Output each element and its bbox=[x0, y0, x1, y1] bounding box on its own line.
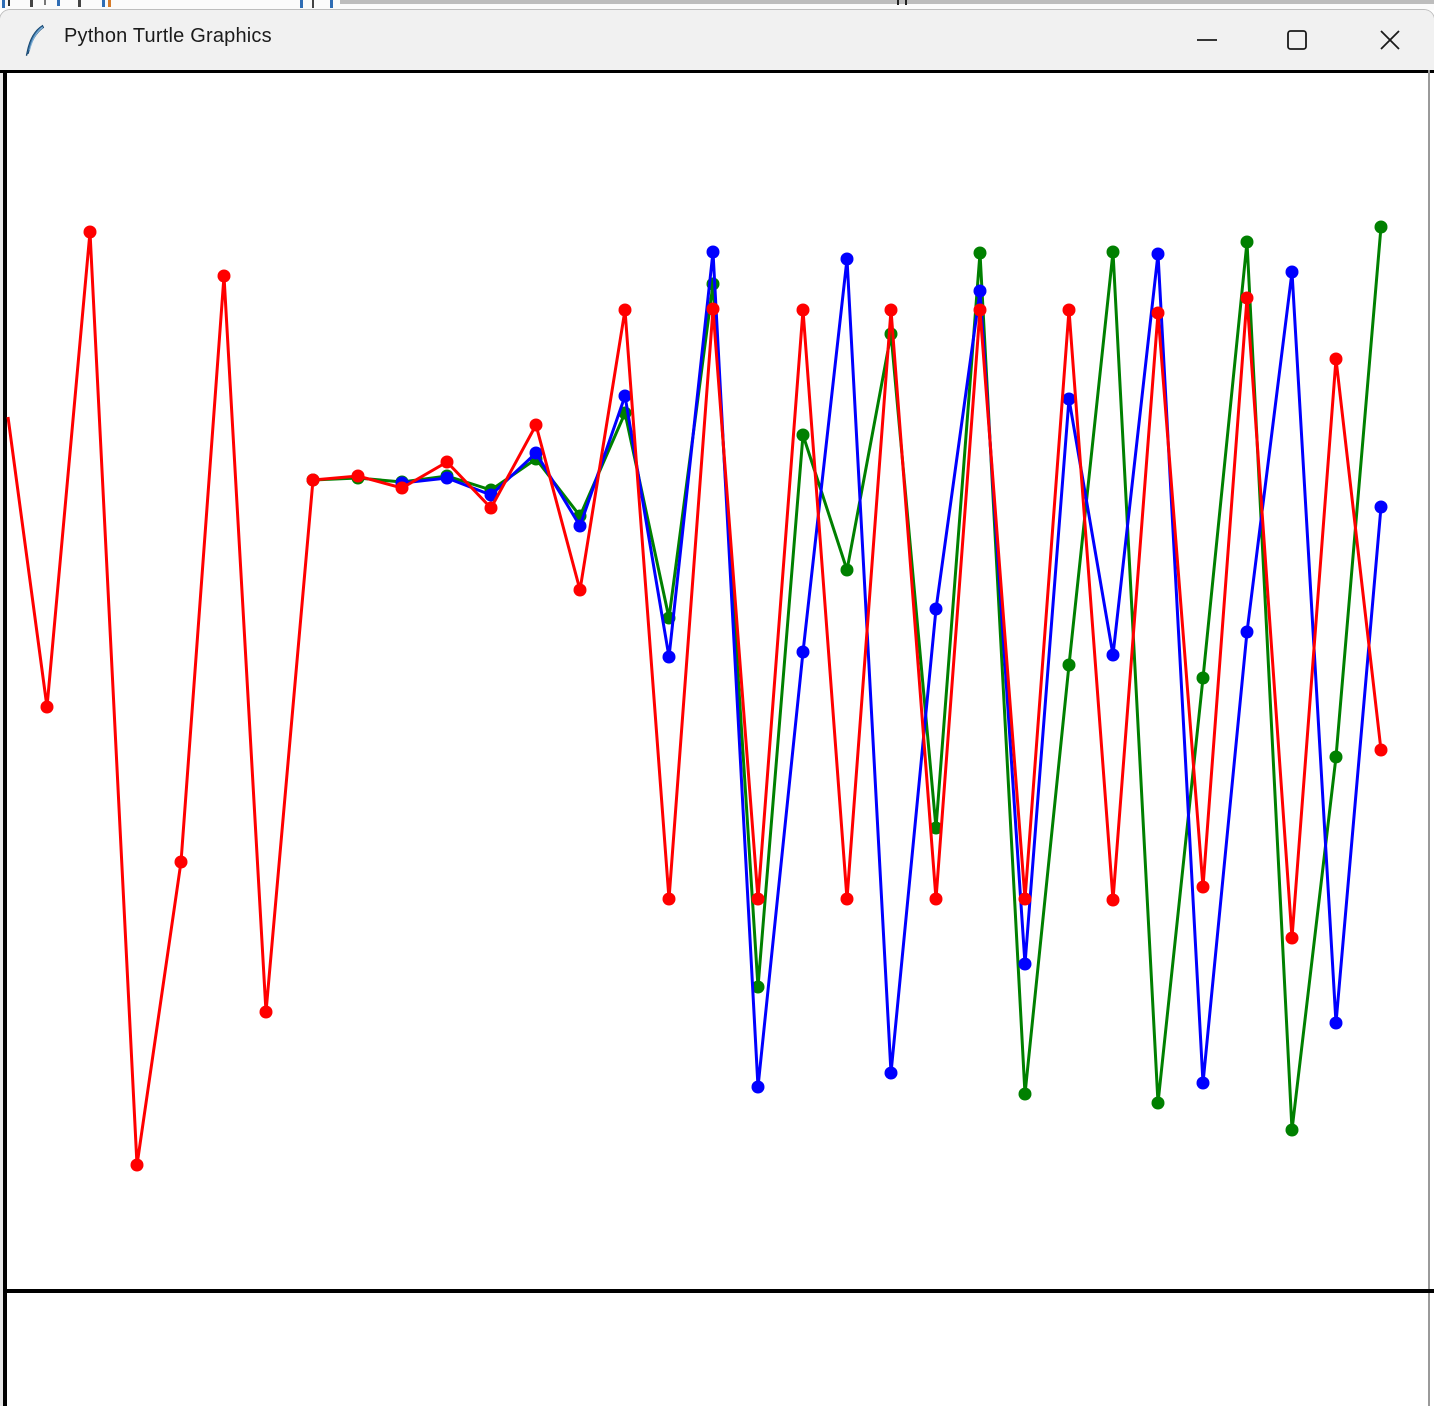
background-window-mark bbox=[57, 0, 60, 6]
background-window-mark bbox=[44, 0, 46, 5]
background-window-mark bbox=[108, 0, 111, 7]
background-window-mark bbox=[8, 0, 10, 6]
background-window-mark bbox=[312, 0, 314, 8]
turtle-graphics-window: Python Turtle Graphics bbox=[0, 10, 1434, 1406]
turtle-canvas-drawing bbox=[6, 220, 1434, 1293]
background-window-mark bbox=[300, 0, 303, 8]
background-window-mark bbox=[30, 0, 33, 7]
background-window-mark bbox=[102, 0, 105, 7]
background-window-mark bbox=[340, 0, 1434, 4]
background-window-mark bbox=[330, 0, 333, 8]
background-window-mark bbox=[905, 0, 907, 5]
background-window-mark bbox=[2, 0, 5, 8]
background-window-strip bbox=[0, 0, 1434, 10]
background-window-mark bbox=[78, 0, 81, 7]
background-window-mark bbox=[897, 0, 899, 5]
